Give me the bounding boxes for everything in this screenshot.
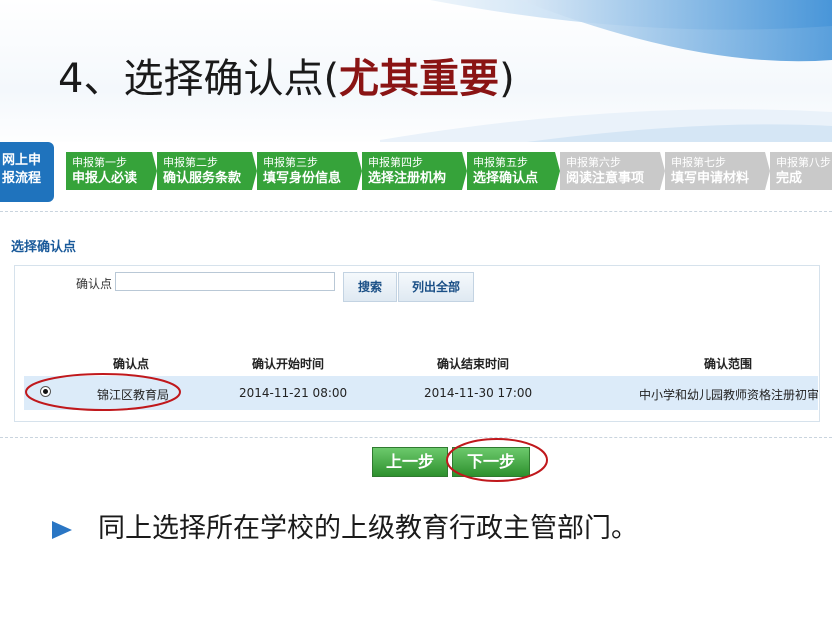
- step-6-label: 申报第六步: [566, 156, 621, 169]
- step-3-title: 填写身份信息: [263, 171, 342, 186]
- row-point-name: 锦江区教育局: [97, 388, 170, 402]
- slide: 4、选择确认点(尤其重要) 网上申 报流程 申报第一步 申报人必读 申报第二步 …: [0, 0, 832, 637]
- stepper-lead-line2: 报流程: [2, 171, 42, 186]
- row-scope: 中小学和幼儿园教师资格注册初审: [639, 388, 820, 402]
- step-1-title: 申报人必读: [72, 171, 138, 186]
- column-header-scope: 确认范围: [704, 357, 753, 371]
- step-4-title: 选择注册机构: [368, 171, 447, 186]
- step-7-title: 填写申请材料: [671, 171, 750, 186]
- step-6-title: 阅读注意事项: [566, 171, 645, 186]
- bullet-text: 同上选择所在学校的上级教育行政主管部门。: [98, 513, 638, 544]
- column-header-end: 确认结束时间: [437, 357, 510, 371]
- divider-bottom: [0, 437, 832, 438]
- section-title: 选择确认点: [11, 240, 77, 255]
- stepper-lead-line1: 网上申: [2, 153, 42, 168]
- step-7: 申报第七步 填写申请材料: [665, 152, 765, 190]
- confirm-point-input[interactable]: [115, 272, 335, 291]
- step-5-title: 选择确认点: [473, 171, 539, 186]
- step-5-label: 申报第五步: [473, 156, 528, 169]
- step-4: 申报第四步 选择注册机构: [362, 152, 462, 190]
- title-suffix: ): [499, 56, 515, 102]
- step-5: 申报第五步 选择确认点: [467, 152, 555, 190]
- search-button[interactable]: 搜索: [343, 272, 397, 302]
- divider-top: [0, 211, 832, 212]
- step-1: 申报第一步 申报人必读: [66, 152, 152, 190]
- step-2-label: 申报第二步: [163, 156, 218, 169]
- column-header-start: 确认开始时间: [252, 357, 325, 371]
- stepper-lead: 网上申 报流程: [0, 142, 54, 202]
- step-8: 申报第八步 完成: [770, 152, 832, 190]
- step-7-label: 申报第七步: [671, 156, 726, 169]
- step-1-label: 申报第一步: [72, 156, 127, 169]
- step-2: 申报第二步 确认服务条款: [157, 152, 252, 190]
- step-3: 申报第三步 填写身份信息: [257, 152, 357, 190]
- step-3-label: 申报第三步: [263, 156, 318, 169]
- list-all-button[interactable]: 列出全部: [398, 272, 474, 302]
- bullet-arrow-icon: [52, 521, 72, 539]
- confirm-point-label: 确认点: [76, 277, 113, 291]
- prev-step-button[interactable]: 上一步: [372, 447, 448, 477]
- slide-title: 4、选择确认点(尤其重要): [58, 52, 515, 106]
- step-6: 申报第六步 阅读注意事项: [560, 152, 660, 190]
- row-end-time: 2014-11-30 17:00: [424, 386, 533, 400]
- step-4-label: 申报第四步: [368, 156, 423, 169]
- step-8-title: 完成: [776, 171, 803, 186]
- next-step-button[interactable]: 下一步: [452, 447, 530, 477]
- title-highlight: 尤其重要: [339, 56, 500, 102]
- step-8-label: 申报第八步: [776, 156, 831, 169]
- row-start-time: 2014-11-21 08:00: [239, 386, 348, 400]
- confirm-point-radio[interactable]: [40, 386, 51, 397]
- step-2-title: 确认服务条款: [163, 171, 242, 186]
- column-header-point: 确认点: [113, 357, 150, 371]
- title-text: 4、选择确认点(: [58, 56, 340, 102]
